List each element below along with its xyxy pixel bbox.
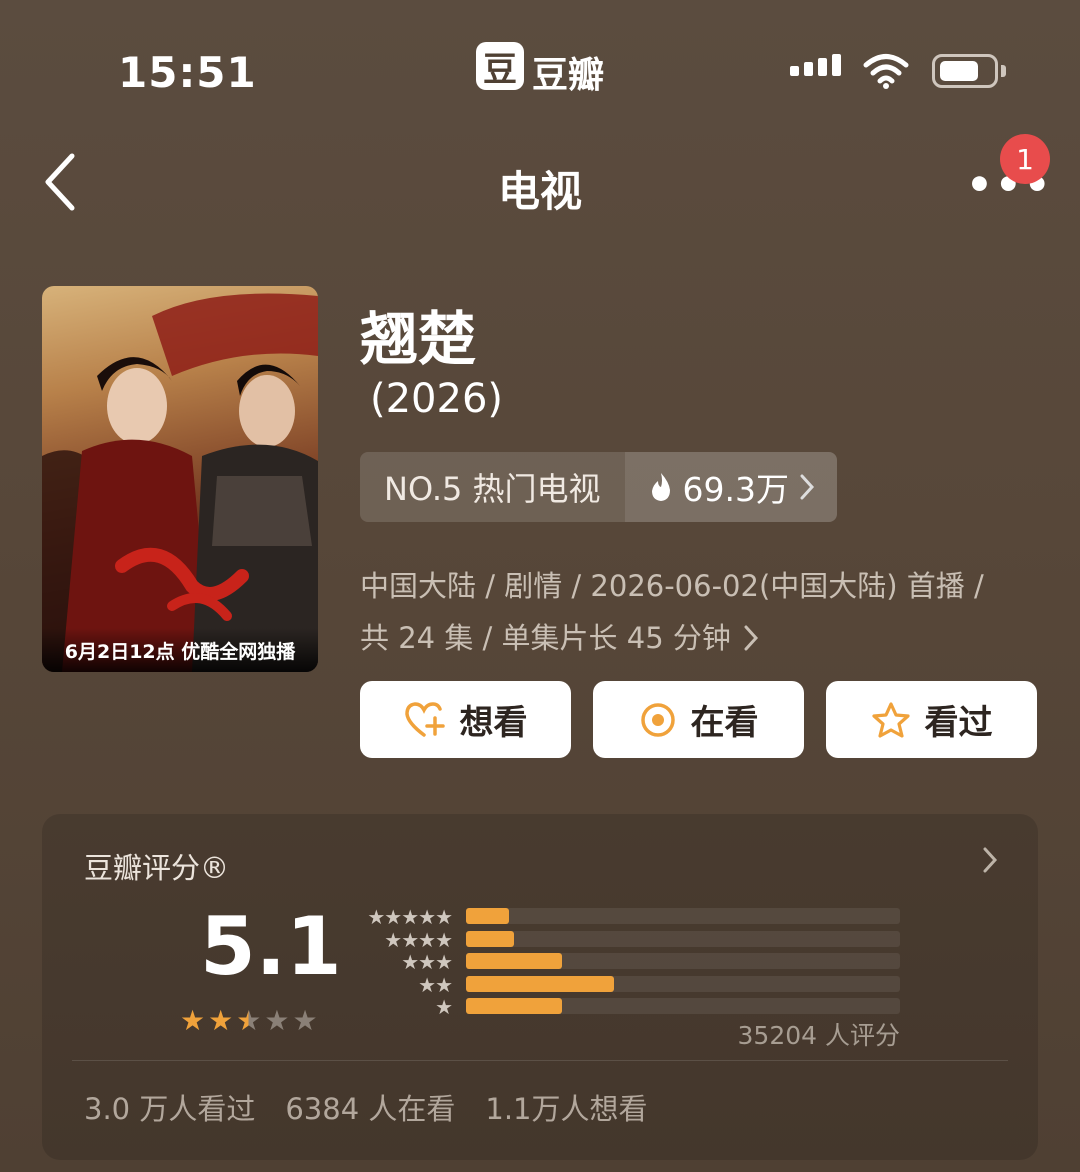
histogram-bar-track — [466, 930, 900, 947]
want-label: 想看 — [459, 703, 528, 743]
rating-score: 5.1 — [200, 900, 342, 993]
poster-caption: 6月2日12点 优酷全网独播 — [64, 641, 296, 663]
target-icon — [640, 702, 675, 737]
histogram-bar — [466, 975, 614, 992]
rating-histogram — [466, 908, 900, 1021]
histogram-label: ★ — [435, 995, 453, 1019]
heart-plus-icon — [404, 701, 445, 737]
rating-title: 豆瓣评分® — [84, 851, 230, 885]
rating-star-icon: ★ — [264, 1004, 290, 1037]
douban-logo-icon: 豆 — [476, 42, 524, 90]
status-time: 15:51 — [118, 48, 257, 97]
page-title: 电视 — [497, 167, 582, 216]
show-meta[interactable]: 中国大陆 / 剧情 / 2026-06-02(中国大陆) 首播 / 共 24 集… — [360, 560, 1040, 664]
watched-count[interactable]: 3.0 万人看过 — [84, 1086, 255, 1128]
histogram-bar-track — [466, 953, 900, 969]
histogram-star-labels: ★★★★★ ★★★★ ★★★ ★★ ★ — [352, 905, 453, 1019]
watching-count[interactable]: 6384 人在看 — [285, 1086, 455, 1128]
histogram-bar — [466, 930, 514, 947]
flame-icon — [651, 473, 670, 501]
histogram-label: ★★★★ — [384, 927, 453, 952]
stats-row: 3.0 万人看过 6384 人在看 1.1万人想看 — [84, 1086, 648, 1128]
watched-label: 看过 — [924, 703, 993, 743]
rating-star-icon: ★ — [180, 1004, 206, 1037]
heat-value: 69.3万 — [682, 470, 790, 509]
histogram-label: ★★★ — [401, 950, 453, 974]
show-title: 翘楚 — [360, 305, 477, 373]
show-year: (2026) — [370, 376, 504, 422]
heat-button[interactable]: 69.3万 — [624, 452, 838, 522]
rating-star-icon: ★ — [208, 1004, 234, 1037]
chevron-right-icon — [800, 474, 815, 500]
rating-star-icon: ★ — [292, 1004, 318, 1037]
histogram-bar — [466, 953, 562, 969]
histogram-bar-track — [466, 908, 900, 924]
rank-label: NO.5 热门电视 — [360, 452, 625, 522]
want-count[interactable]: 1.1万人想看 — [485, 1086, 647, 1128]
meta-line-1: 中国大陆 / 剧情 / 2026-06-02(中国大陆) 首播 / — [360, 569, 984, 603]
histogram-bar-track — [466, 998, 900, 1014]
chevron-right-icon — [983, 847, 998, 873]
histogram-bar — [466, 908, 510, 924]
watching-button[interactable]: 在看 — [593, 681, 804, 758]
rating-stars: ★ ★ ★ ★ ★ — [180, 1004, 318, 1037]
wifi-icon — [862, 52, 910, 94]
rating-detail-button[interactable] — [982, 846, 998, 878]
vote-count: 35204 人评分 — [737, 1021, 900, 1050]
star-outline-icon — [871, 701, 910, 738]
histogram-bar-track — [466, 975, 900, 992]
histogram-bar — [466, 998, 562, 1014]
rating-star-icon: ★ — [236, 1004, 262, 1037]
watching-label: 在看 — [690, 703, 759, 743]
ranking-chip[interactable]: NO.5 热门电视 69.3万 — [360, 452, 838, 522]
meta-line-2: 共 24 集 / 单集片长 45 分钟 — [360, 612, 1040, 664]
poster-image[interactable]: 6月2日12点 优酷全网独播 — [42, 286, 318, 672]
battery-tip — [1001, 65, 1006, 77]
meta-line-2-text: 共 24 集 / 单集片长 45 分钟 — [360, 621, 731, 655]
cellular-signal-icon — [790, 54, 841, 76]
notification-badge: 1 — [1000, 134, 1050, 184]
histogram-label: ★★ — [418, 972, 453, 997]
battery-icon — [932, 54, 998, 88]
action-row: 想看 在看 看过 — [360, 681, 1037, 758]
card-divider — [72, 1060, 1008, 1061]
poster-art — [42, 293, 318, 672]
want-to-watch-button[interactable]: 想看 — [360, 681, 571, 758]
watched-button[interactable]: 看过 — [826, 681, 1037, 758]
chevron-right-icon — [744, 625, 758, 651]
app-name: 豆瓣 — [532, 55, 605, 96]
histogram-label: ★★★★★ — [367, 905, 453, 929]
